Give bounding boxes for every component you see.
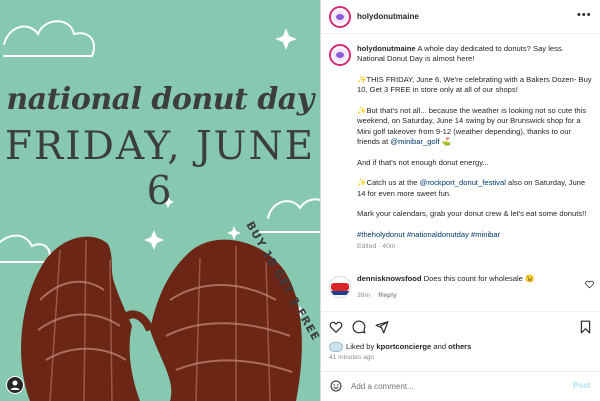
- comment-icon[interactable]: [352, 320, 366, 334]
- cloud-bottom-left: [0, 234, 51, 263]
- comment-time: 39m: [357, 292, 371, 299]
- caption-intro: holydonutmaine A whole day dedicated to …: [357, 44, 593, 65]
- share-icon[interactable]: [375, 320, 389, 334]
- comment: dennisknowsfood Does this count for whol…: [357, 274, 593, 284]
- comment-text: Does this count for wholesale 😉: [421, 274, 535, 283]
- sparkle-1: [275, 28, 297, 50]
- user-tag-icon[interactable]: [6, 376, 24, 394]
- post-image[interactable]: national donut day FRIDAY, JUNE 6 BUY 10…: [0, 0, 320, 401]
- add-comment-input[interactable]: [351, 378, 551, 394]
- add-comment-bar: Post: [321, 371, 600, 401]
- liker-avatar[interactable]: [329, 342, 343, 352]
- caption-paragraph-5: Mark your calendars, grab your donut cre…: [357, 209, 587, 219]
- caption-avatar[interactable]: [329, 44, 351, 66]
- caption-paragraph-4: ✨Catch us at the @rockport_donut_festiva…: [357, 178, 593, 199]
- comment-like-icon[interactable]: [585, 280, 594, 289]
- cloud-top-left: [3, 20, 95, 57]
- comment-meta: 39m Reply: [357, 292, 405, 299]
- image-headline: national donut day: [6, 82, 314, 117]
- user-tag-glyph: [10, 380, 20, 390]
- action-bar: [321, 311, 600, 339]
- commenter-username[interactable]: dennisknowsfood: [357, 274, 422, 283]
- post-time-ago[interactable]: 41 minutes ago: [329, 354, 374, 361]
- caption-paragraph-2: ✨But that's not all... because the weath…: [357, 106, 593, 148]
- post-comment-button[interactable]: Post: [573, 381, 590, 390]
- commenter-avatar[interactable]: [329, 276, 351, 298]
- reply-button[interactable]: Reply: [378, 292, 397, 299]
- heart-icon[interactable]: [329, 320, 343, 334]
- sparkle-2: [144, 230, 164, 250]
- author-avatar[interactable]: [329, 6, 351, 28]
- post-caption: holydonutmaine A whole day dedicated to …: [357, 44, 593, 263]
- caption-paragraph-2-end: ⛳: [439, 137, 452, 147]
- likes-summary: Liked by kportconcierge and others: [329, 342, 471, 352]
- post-header: holydonutmaine •••: [321, 0, 600, 34]
- likes-middle: and: [431, 342, 449, 351]
- post-side-panel: holydonutmaine ••• holydonutmaine A whol…: [320, 0, 600, 401]
- caption-hashtags[interactable]: #theholydonut #nationaldonutday #minibar: [357, 230, 593, 240]
- liked-by-user[interactable]: kportconcierge: [376, 342, 431, 351]
- caption-username[interactable]: holydonutmaine: [357, 44, 416, 53]
- caption-paragraph-4-start: ✨Catch us at the: [357, 178, 420, 188]
- author-username[interactable]: holydonutmaine: [357, 12, 419, 21]
- caption-edited: Edited · 40m: [357, 243, 396, 251]
- liked-by-others[interactable]: others: [448, 342, 471, 351]
- emoji-icon[interactable]: [330, 380, 342, 392]
- bookmark-icon[interactable]: [579, 320, 592, 334]
- mention-minibar-golf[interactable]: @minibar_golf: [390, 137, 439, 146]
- caption-paragraph-3: And if that's not enough donut energy...: [357, 157, 489, 167]
- sparkle-3: [227, 226, 241, 240]
- image-dateline: FRIDAY, JUNE 6: [4, 124, 316, 214]
- more-options-icon[interactable]: •••: [577, 9, 592, 21]
- caption-paragraph-1: ✨THIS FRIDAY, June 6, We're celebrating …: [357, 75, 592, 95]
- likes-prefix: Liked by: [346, 342, 377, 351]
- mention-rockport-donut-festival[interactable]: @rockport_donut_festival: [420, 178, 506, 187]
